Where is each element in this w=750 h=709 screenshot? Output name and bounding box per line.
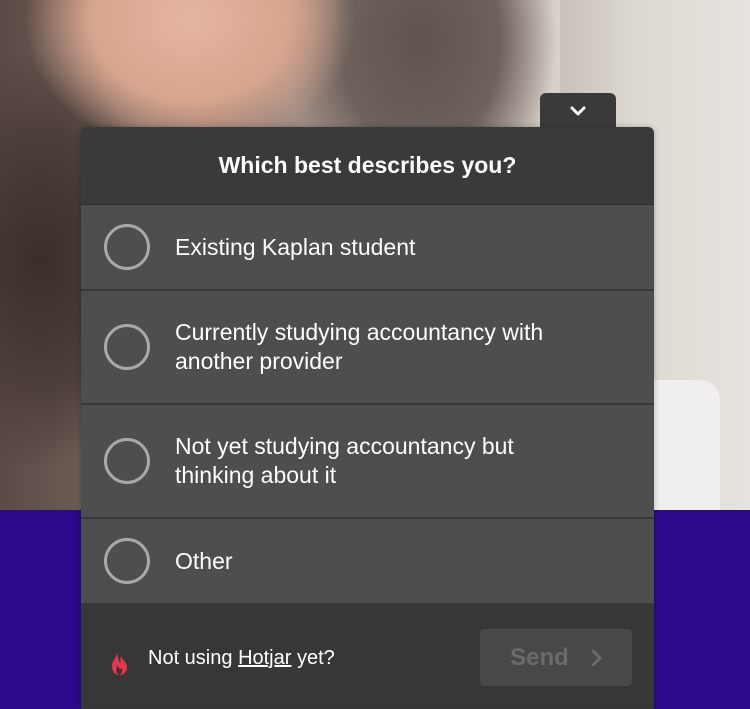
radio-button[interactable]: [104, 438, 150, 484]
option-label: Currently studying accountancy with anot…: [175, 319, 544, 374]
option-another-provider[interactable]: Currently studying accountancy with anot…: [81, 291, 654, 405]
radio-button[interactable]: [104, 224, 150, 270]
hotjar-link[interactable]: Hotjar: [238, 647, 291, 669]
minimize-toggle[interactable]: [540, 93, 616, 129]
radio-button[interactable]: [104, 538, 150, 584]
option-other[interactable]: Other: [81, 519, 654, 605]
chevron-down-icon: [570, 106, 586, 116]
hotjar-promo: Not using Hotjar yet?: [148, 645, 335, 671]
send-label: Send: [510, 643, 569, 671]
hotjar-flame-icon: [112, 653, 127, 675]
option-list: Existing Kaplan student Currently studyi…: [81, 205, 654, 605]
option-label: Other: [175, 547, 233, 574]
page: Which best describes you? Existing Kapla…: [0, 0, 750, 709]
widget-footer: Not using Hotjar yet? Send: [81, 605, 654, 708]
promo-prefix: Not using: [148, 647, 239, 669]
option-existing-student[interactable]: Existing Kaplan student: [81, 205, 654, 291]
option-not-yet-studying[interactable]: Not yet studying accountancy but thinkin…: [81, 405, 654, 519]
send-button[interactable]: Send: [480, 629, 632, 686]
survey-widget: Which best describes you? Existing Kapla…: [81, 127, 654, 709]
option-label: Existing Kaplan student: [175, 233, 416, 260]
radio-button[interactable]: [104, 324, 150, 370]
promo-suffix: yet?: [291, 647, 335, 669]
survey-question: Which best describes you?: [81, 127, 654, 205]
option-label: Not yet studying accountancy but thinkin…: [175, 433, 514, 488]
chevron-right-icon: [591, 649, 602, 666]
